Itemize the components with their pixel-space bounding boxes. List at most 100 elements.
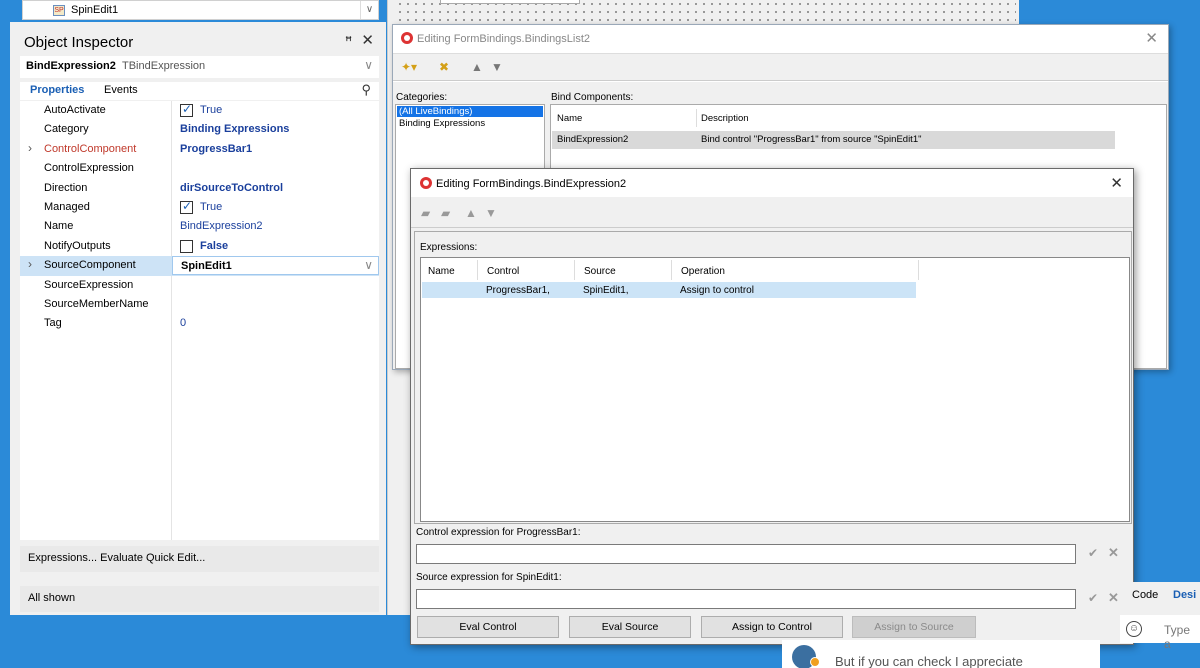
property-name: Tag [44, 317, 62, 330]
property-row[interactable]: › ControlComponent ProgressBar1 [20, 139, 379, 160]
cancel-icon[interactable]: ✕ [1108, 590, 1119, 606]
add-expression-icon[interactable]: ▰ [421, 206, 430, 220]
check-icon[interactable]: ✔ [1088, 591, 1098, 605]
new-binding-icon[interactable]: ✦▾ [401, 60, 417, 74]
column-header[interactable]: Source [584, 266, 616, 277]
move-up-icon[interactable]: ▲ [471, 60, 483, 74]
delete-binding-icon[interactable]: ✖ [439, 60, 449, 74]
property-value: True [200, 201, 223, 213]
bind-expression-dialog: Editing FormBindings.BindExpression2 ✕ ▰… [410, 168, 1134, 645]
chevron-down-icon[interactable]: ∨ [364, 58, 373, 72]
toolbar: ▰ ▰ ▲ ▼ [411, 198, 1133, 228]
source-expression-input[interactable] [416, 589, 1076, 609]
property-value: 0 [180, 317, 187, 330]
move-down-icon[interactable]: ▼ [491, 60, 503, 74]
property-row[interactable]: AutoActivate True [20, 101, 379, 121]
inspector-status: All shown [20, 586, 379, 612]
expressions-label: Expressions: [420, 242, 478, 253]
eval-source-button[interactable]: Eval Source [569, 616, 691, 638]
check-icon[interactable]: ✔ [1088, 546, 1098, 560]
property-name: Category [44, 123, 89, 136]
column-header[interactable]: Operation [681, 266, 725, 277]
move-down-icon[interactable]: ▼ [485, 206, 497, 220]
assign-to-control-button[interactable]: Assign to Control [701, 616, 843, 638]
tab-design[interactable]: Desi [1173, 589, 1196, 601]
checkbox[interactable] [180, 199, 193, 214]
delete-expression-icon[interactable]: ▰ [441, 206, 450, 220]
bind-components-label: Bind Components: [551, 92, 634, 103]
cell-control: ProgressBar1, [486, 285, 550, 296]
component-selector-value: SpinEdit1 [71, 4, 119, 16]
table-row[interactable]: ProgressBar1, SpinEdit1, Assign to contr… [422, 282, 916, 298]
cell-name: BindExpression2 [557, 134, 629, 145]
column-header[interactable]: Control [487, 266, 519, 277]
dialog-title: Editing FormBindings.BindExpression2 [420, 177, 626, 190]
chevron-right-icon[interactable]: › [28, 257, 32, 271]
expressions-grid[interactable]: Name Control Source Operation ProgressBa… [420, 257, 1130, 522]
tab-events[interactable]: Events [104, 84, 138, 96]
design-grid [396, 0, 1016, 24]
close-icon[interactable]: ✕ [361, 31, 374, 49]
close-icon[interactable]: ✕ [1110, 174, 1123, 192]
status-text: All shown [28, 592, 76, 604]
property-name: Name [44, 220, 74, 233]
property-name: Direction [44, 181, 88, 194]
editor-tabs: Code Desi [1128, 582, 1200, 615]
property-row-selected[interactable]: › SourceComponent SpinEdit1 ∨ [20, 256, 379, 276]
column-header[interactable]: Description [701, 113, 749, 124]
checkbox[interactable] [180, 239, 193, 253]
chevron-right-icon[interactable]: › [28, 141, 32, 155]
object-inspector-panel: Object Inspector ꟸ ✕ BindExpression2 TBi… [10, 22, 386, 615]
property-row[interactable]: SourceMemberName [20, 295, 379, 315]
property-row[interactable]: ControlExpression [20, 159, 379, 179]
property-name: ControlComponent [44, 142, 137, 155]
inspector-actions-label[interactable]: Expressions... Evaluate Quick Edit... [28, 552, 205, 564]
tab-code[interactable]: Code [1132, 589, 1158, 601]
list-item[interactable]: Binding Expressions [399, 118, 485, 129]
chevron-down-icon[interactable]: ∨ [364, 258, 373, 272]
emoji-icon[interactable]: ☺ [1126, 621, 1142, 637]
property-name: AutoActivate [44, 104, 106, 116]
checkbox[interactable] [180, 102, 193, 117]
property-row[interactable]: Name BindExpression2 [20, 217, 379, 237]
status-badge [810, 657, 820, 667]
column-header[interactable]: Name [428, 266, 455, 277]
eval-control-button[interactable]: Eval Control [417, 616, 559, 638]
inspector-actions[interactable]: Expressions... Evaluate Quick Edit... [20, 546, 379, 572]
property-row[interactable]: Tag 0 [20, 314, 379, 334]
dialog-title: Editing FormBindings.BindingsList2 [401, 32, 590, 45]
move-up-icon[interactable]: ▲ [465, 206, 477, 220]
property-value: Binding Expressions [180, 123, 290, 136]
chevron-down-icon[interactable]: ∨ [360, 1, 378, 19]
property-value: BindExpression2 [180, 220, 263, 233]
pin-icon[interactable]: ꟸ [345, 34, 352, 48]
cell-description: Bind control "ProgressBar1" from source … [701, 134, 922, 145]
control-expression-input[interactable] [416, 544, 1076, 564]
property-row[interactable]: Category Binding Expressions [20, 120, 379, 140]
object-name: BindExpression2 [26, 60, 116, 72]
table-row[interactable]: BindExpression2 Bind control "ProgressBa… [552, 131, 1115, 149]
toolbar: ✦▾ ✖ ▲ ▼ [393, 53, 1168, 81]
property-row[interactable]: SourceExpression [20, 275, 379, 295]
property-value-editor[interactable]: SpinEdit1 [172, 256, 379, 276]
close-icon[interactable]: ✕ [1145, 29, 1158, 47]
component-selector-combo[interactable]: SP SpinEdit1 ∨ [22, 0, 379, 20]
app-icon [401, 32, 413, 44]
object-selector[interactable]: BindExpression2 TBindExpression ∨ [20, 56, 379, 78]
property-row[interactable]: Managed True [20, 198, 379, 218]
cancel-icon[interactable]: ✕ [1108, 545, 1119, 561]
column-header[interactable]: Name [557, 113, 582, 124]
chat-message: But if you can check I appreciate [835, 654, 1023, 668]
tab-properties[interactable]: Properties [30, 84, 84, 96]
list-item[interactable]: (All LiveBindings) [397, 106, 543, 117]
property-row[interactable]: NotifyOutputs False [20, 236, 379, 257]
chat-input[interactable]: ☺ Type a [1120, 615, 1200, 651]
property-value: True [200, 104, 223, 116]
app-icon [420, 177, 432, 189]
property-row[interactable]: Direction dirSourceToControl [20, 178, 379, 198]
chat-notification[interactable]: But if you can check I appreciate [782, 640, 1100, 668]
property-name: SourceExpression [44, 278, 134, 291]
property-name: SourceMemberName [44, 298, 149, 310]
property-value: ProgressBar1 [180, 142, 253, 155]
search-icon[interactable]: ⚲ [361, 82, 371, 98]
